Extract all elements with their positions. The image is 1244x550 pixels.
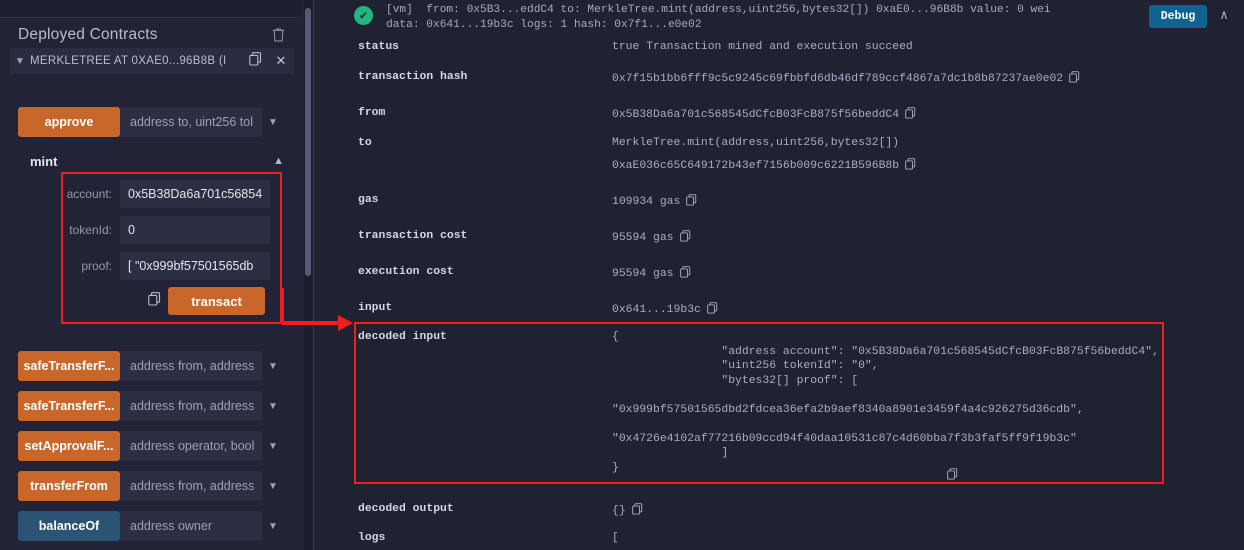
row-value: 0xaE036c65C649172b43ef7156b009c6221B596B… bbox=[612, 158, 916, 174]
row-label: decoded input bbox=[358, 331, 447, 343]
chevron-up-icon[interactable]: ∧ bbox=[1214, 5, 1234, 25]
account-field[interactable]: 0x5B38Da6a701c56854 bbox=[120, 180, 270, 208]
sidebar-scrollbar-thumb[interactable] bbox=[305, 8, 311, 276]
transaction-summary: [vm] from: 0x5B3...eddC4 to: MerkleTree.… bbox=[386, 3, 1156, 33]
copy-icon[interactable] bbox=[631, 503, 643, 519]
copy-icon[interactable] bbox=[1069, 71, 1080, 87]
copy-icon[interactable] bbox=[707, 302, 718, 318]
tokenid-label: tokenId: bbox=[69, 223, 112, 237]
setapprovalforall-button[interactable]: setApprovalF... bbox=[18, 431, 120, 461]
function-row-transferfrom: transferFrom address from, address ▼ bbox=[18, 471, 284, 501]
tx-summary-line2: data: 0x641...19b3c logs: 1 hash: 0x7f1.… bbox=[386, 19, 702, 31]
chevron-down-icon[interactable]: ▼ bbox=[262, 431, 284, 461]
row-value: 95594 gas bbox=[612, 266, 691, 282]
proof-label: proof: bbox=[81, 259, 112, 273]
row-value: [ bbox=[612, 532, 619, 544]
panel-top-strip bbox=[0, 0, 302, 18]
close-icon[interactable]: ✕ bbox=[268, 53, 294, 69]
row-label: to bbox=[358, 137, 372, 149]
trash-icon[interactable] bbox=[271, 27, 286, 43]
annotation-arrow-head bbox=[338, 315, 353, 331]
transferfrom-button[interactable]: transferFrom bbox=[18, 471, 120, 501]
deployed-contracts-panel: Deployed Contracts ▼ MERKLETREE AT 0XAE0… bbox=[0, 0, 302, 550]
chevron-down-icon[interactable]: ▼ bbox=[262, 107, 284, 137]
row-label: logs bbox=[358, 532, 386, 544]
copy-icon[interactable] bbox=[686, 194, 697, 210]
chevron-down-icon[interactable]: ▼ bbox=[262, 511, 284, 541]
row-value: 0x641...19b3c bbox=[612, 302, 718, 318]
copy-icon[interactable] bbox=[140, 291, 168, 311]
row-value: 95594 gas bbox=[612, 230, 691, 246]
chevron-down-icon[interactable]: ▼ bbox=[262, 471, 284, 501]
copy-icon[interactable] bbox=[947, 467, 958, 485]
safetransferfrom-1-params-input[interactable]: address from, address bbox=[120, 351, 262, 381]
row-value: true Transaction mined and execution suc… bbox=[612, 41, 913, 53]
row-value: MerkleTree.mint(address,uint256,bytes32[… bbox=[612, 137, 900, 149]
contract-name-label: MERKLETREE AT 0XAE0...96B8B (I bbox=[30, 55, 227, 67]
function-row-safetransferfrom-2: safeTransferF... address from, address ▼ bbox=[18, 391, 284, 421]
account-label: account: bbox=[66, 187, 112, 201]
function-row-safetransferfrom-1: safeTransferF... address from, address ▼ bbox=[18, 351, 284, 381]
balanceof-button[interactable]: balanceOf bbox=[18, 511, 120, 541]
row-label: execution cost bbox=[358, 266, 454, 278]
balanceof-params-input[interactable]: address owner bbox=[120, 511, 262, 541]
tx-summary-line1: [vm] from: 0x5B3...eddC4 to: MerkleTree.… bbox=[386, 4, 1051, 16]
function-row-setapprovalforall: setApprovalF... address operator, bool ▼ bbox=[18, 431, 284, 461]
param-row-account: account: 0x5B38Da6a701c56854 bbox=[64, 180, 278, 208]
row-value: 0x5B38Da6a701c568545dCfcB03FcB875f56bedd… bbox=[612, 107, 916, 123]
copy-icon[interactable] bbox=[905, 107, 916, 123]
copy-icon[interactable] bbox=[905, 158, 916, 174]
transaction-header[interactable]: ✔ [vm] from: 0x5B3...eddC4 to: MerkleTre… bbox=[314, 0, 1244, 36]
contract-header-merkletree[interactable]: ▼ MERKLETREE AT 0XAE0...96B8B (I ✕ bbox=[10, 48, 294, 74]
approve-button[interactable]: approve bbox=[18, 107, 120, 137]
copy-icon[interactable] bbox=[679, 230, 691, 246]
row-label: transaction cost bbox=[358, 230, 468, 242]
chevron-down-icon[interactable]: ▼ bbox=[10, 56, 30, 67]
annotation-arrow-line bbox=[282, 321, 344, 325]
row-label: status bbox=[358, 41, 400, 53]
function-header-mint[interactable]: mint ▲ bbox=[30, 150, 284, 172]
row-value: 0x7f15b1bb6fff9c5c9245c69fbbfd6db46df789… bbox=[612, 71, 1080, 87]
safetransferfrom-2-params-input[interactable]: address from, address bbox=[120, 391, 262, 421]
chevron-up-icon[interactable]: ▲ bbox=[273, 155, 284, 167]
chevron-down-icon[interactable]: ▼ bbox=[262, 391, 284, 421]
proof-field[interactable]: [ "0x999bf57501565db bbox=[120, 252, 270, 280]
setapprovalforall-params-input[interactable]: address operator, bool bbox=[120, 431, 262, 461]
safetransferfrom-1-button[interactable]: safeTransferF... bbox=[18, 351, 120, 381]
transact-row: transact bbox=[140, 287, 280, 315]
row-value: {} bbox=[612, 503, 643, 519]
page-title: Deployed Contracts bbox=[18, 26, 158, 43]
transact-button[interactable]: transact bbox=[168, 287, 265, 315]
chevron-down-icon[interactable]: ▼ bbox=[262, 351, 284, 381]
row-label: decoded output bbox=[358, 503, 454, 515]
function-row-approve: approve address to, uint256 tol ▼ bbox=[18, 107, 284, 137]
safetransferfrom-2-button[interactable]: safeTransferF... bbox=[18, 391, 120, 421]
row-label: input bbox=[358, 302, 393, 314]
copy-icon[interactable] bbox=[242, 51, 268, 71]
row-value: 109934 gas bbox=[612, 194, 697, 210]
copy-icon[interactable] bbox=[679, 266, 691, 282]
row-label: transaction hash bbox=[358, 71, 468, 83]
debug-button[interactable]: Debug bbox=[1149, 5, 1207, 28]
approve-params-input[interactable]: address to, uint256 tol bbox=[120, 107, 262, 137]
transaction-details-panel: ✔ [vm] from: 0x5B3...eddC4 to: MerkleTre… bbox=[314, 0, 1244, 550]
tokenid-field[interactable]: 0 bbox=[120, 216, 270, 244]
param-row-tokenid: tokenId: 0 bbox=[64, 216, 278, 244]
success-check-icon: ✔ bbox=[354, 6, 373, 25]
transferfrom-params-input[interactable]: address from, address bbox=[120, 471, 262, 501]
annotation-arrow-stub bbox=[280, 288, 284, 324]
decoded-input-json: { "address account": "0x5B38Da6a701c5685… bbox=[612, 331, 1159, 474]
mint-label: mint bbox=[30, 153, 58, 169]
row-label: gas bbox=[358, 194, 379, 206]
function-row-balanceof: balanceOf address owner ▼ bbox=[18, 511, 284, 541]
remix-ide-window: Deployed Contracts ▼ MERKLETREE AT 0XAE0… bbox=[0, 0, 1244, 550]
row-label: from bbox=[358, 107, 386, 119]
param-row-proof: proof: [ "0x999bf57501565db bbox=[64, 252, 278, 280]
